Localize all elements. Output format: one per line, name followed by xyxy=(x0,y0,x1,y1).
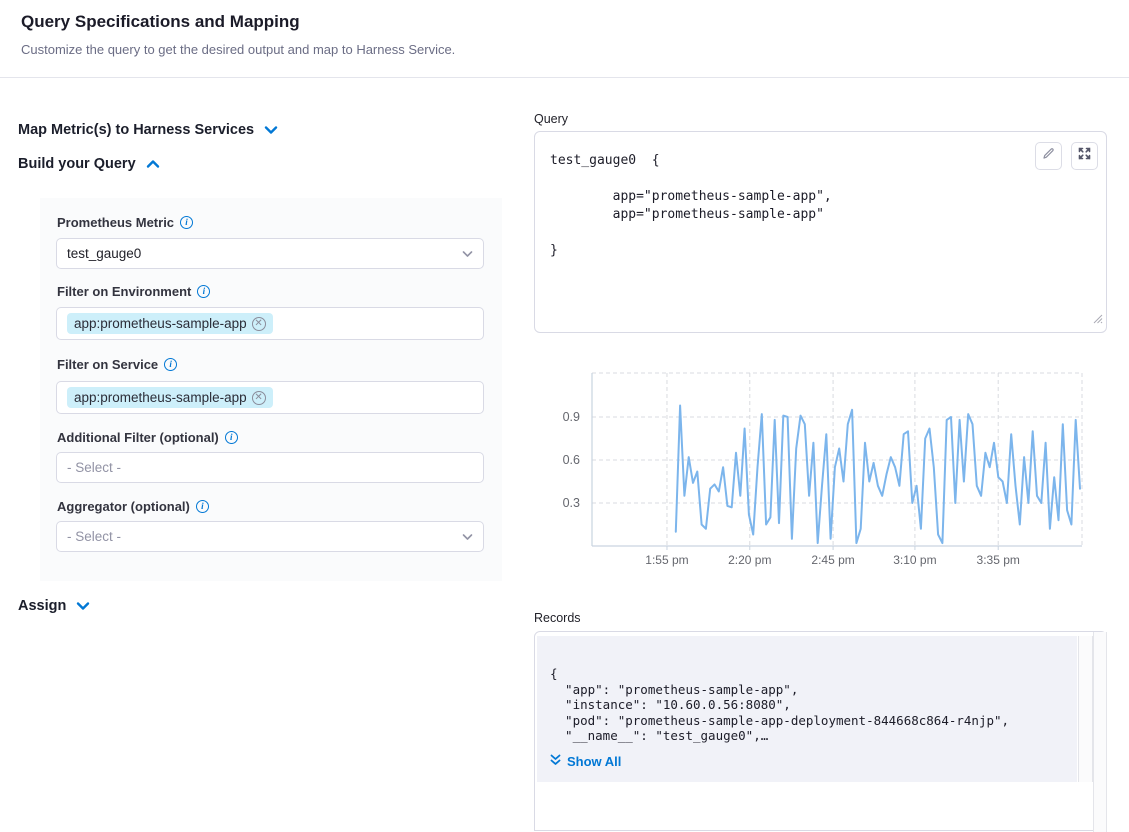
query-editor[interactable]: test_gauge0 { app="prometheus-sample-app… xyxy=(534,131,1107,333)
records-inner-scrollbar[interactable] xyxy=(1078,636,1093,782)
svg-text:1:55 pm: 1:55 pm xyxy=(645,553,688,567)
chevron-down-icon xyxy=(76,601,90,611)
double-chevron-down-icon xyxy=(550,754,561,769)
aggregator-select[interactable]: - Select - xyxy=(56,521,484,552)
svg-text:3:35 pm: 3:35 pm xyxy=(977,553,1020,567)
show-all-link[interactable]: Show All xyxy=(550,754,621,769)
section-build-query-label: Build your Query xyxy=(18,156,136,172)
records-label: Records xyxy=(534,611,581,625)
line-chart: 0.3 0.6 0.9 1:55 pm 2:20 pm 2:45 pm 3:10 pm 3:3… xyxy=(534,368,1090,574)
chevron-down-icon xyxy=(264,125,278,135)
expand-query-button[interactable] xyxy=(1071,142,1098,170)
query-label: Query xyxy=(534,112,568,126)
page-subtitle: Customize the query to get the desired o… xyxy=(21,42,455,57)
filter-service-tag: app:prometheus-sample-app ✕ xyxy=(67,387,273,408)
prometheus-metric-value: test_gauge0 xyxy=(67,246,141,261)
chevron-up-icon xyxy=(146,159,160,169)
filter-service-label: Filter on Service i xyxy=(57,357,177,372)
metric-preview-chart: 0.3 0.6 0.9 1:55 pm 2:20 pm 2:45 pm 3:10 pm 3:3… xyxy=(534,368,1090,574)
info-icon[interactable]: i xyxy=(196,500,209,513)
svg-text:0.6: 0.6 xyxy=(563,453,580,467)
edit-query-button[interactable] xyxy=(1035,142,1062,170)
section-assign[interactable]: Assign xyxy=(18,598,90,614)
filter-env-label: Filter on Environment i xyxy=(57,284,210,299)
info-icon[interactable]: i xyxy=(180,216,193,229)
header-divider xyxy=(0,77,1129,78)
page-title: Query Specifications and Mapping xyxy=(21,12,300,32)
filter-env-tag: app:prometheus-sample-app ✕ xyxy=(67,313,273,334)
records-outer-scrollbar[interactable] xyxy=(1093,632,1107,832)
aggregator-label: Aggregator (optional) i xyxy=(57,499,209,514)
tag-close-icon[interactable]: ✕ xyxy=(252,391,266,405)
svg-text:0.3: 0.3 xyxy=(563,496,580,510)
prometheus-metric-select[interactable]: test_gauge0 xyxy=(56,238,484,269)
filter-service-input[interactable]: app:prometheus-sample-app ✕ xyxy=(56,381,484,414)
section-assign-label: Assign xyxy=(18,598,66,614)
svg-text:2:20 pm: 2:20 pm xyxy=(728,553,771,567)
info-icon[interactable]: i xyxy=(197,285,210,298)
filter-env-input[interactable]: app:prometheus-sample-app ✕ xyxy=(56,307,484,340)
tag-close-icon[interactable]: ✕ xyxy=(252,317,266,331)
section-build-query[interactable]: Build your Query xyxy=(18,156,160,172)
additional-filter-label: Additional Filter (optional) i xyxy=(57,430,238,445)
resize-handle[interactable] xyxy=(1092,311,1103,329)
info-icon[interactable]: i xyxy=(164,358,177,371)
svg-text:2:45 pm: 2:45 pm xyxy=(811,553,854,567)
query-code: test_gauge0 { app="prometheus-sample-app… xyxy=(550,152,832,260)
records-box: { "app": "prometheus-sample-app", "insta… xyxy=(534,631,1107,831)
section-map-metrics-label: Map Metric(s) to Harness Services xyxy=(18,122,254,138)
chevron-down-icon xyxy=(462,246,473,261)
info-icon[interactable]: i xyxy=(225,431,238,444)
svg-text:3:10 pm: 3:10 pm xyxy=(893,553,936,567)
fullscreen-icon xyxy=(1078,147,1091,165)
chevron-down-icon xyxy=(462,529,473,544)
pencil-icon xyxy=(1042,147,1055,165)
svg-text:0.9: 0.9 xyxy=(563,410,580,424)
prometheus-metric-label: Prometheus Metric i xyxy=(57,215,193,230)
section-map-metrics[interactable]: Map Metric(s) to Harness Services xyxy=(18,122,278,138)
records-panel: { "app": "prometheus-sample-app", "insta… xyxy=(537,636,1077,782)
additional-filter-input[interactable]: - Select - xyxy=(56,452,484,483)
record-json: { "app": "prometheus-sample-app", "insta… xyxy=(550,666,1009,744)
